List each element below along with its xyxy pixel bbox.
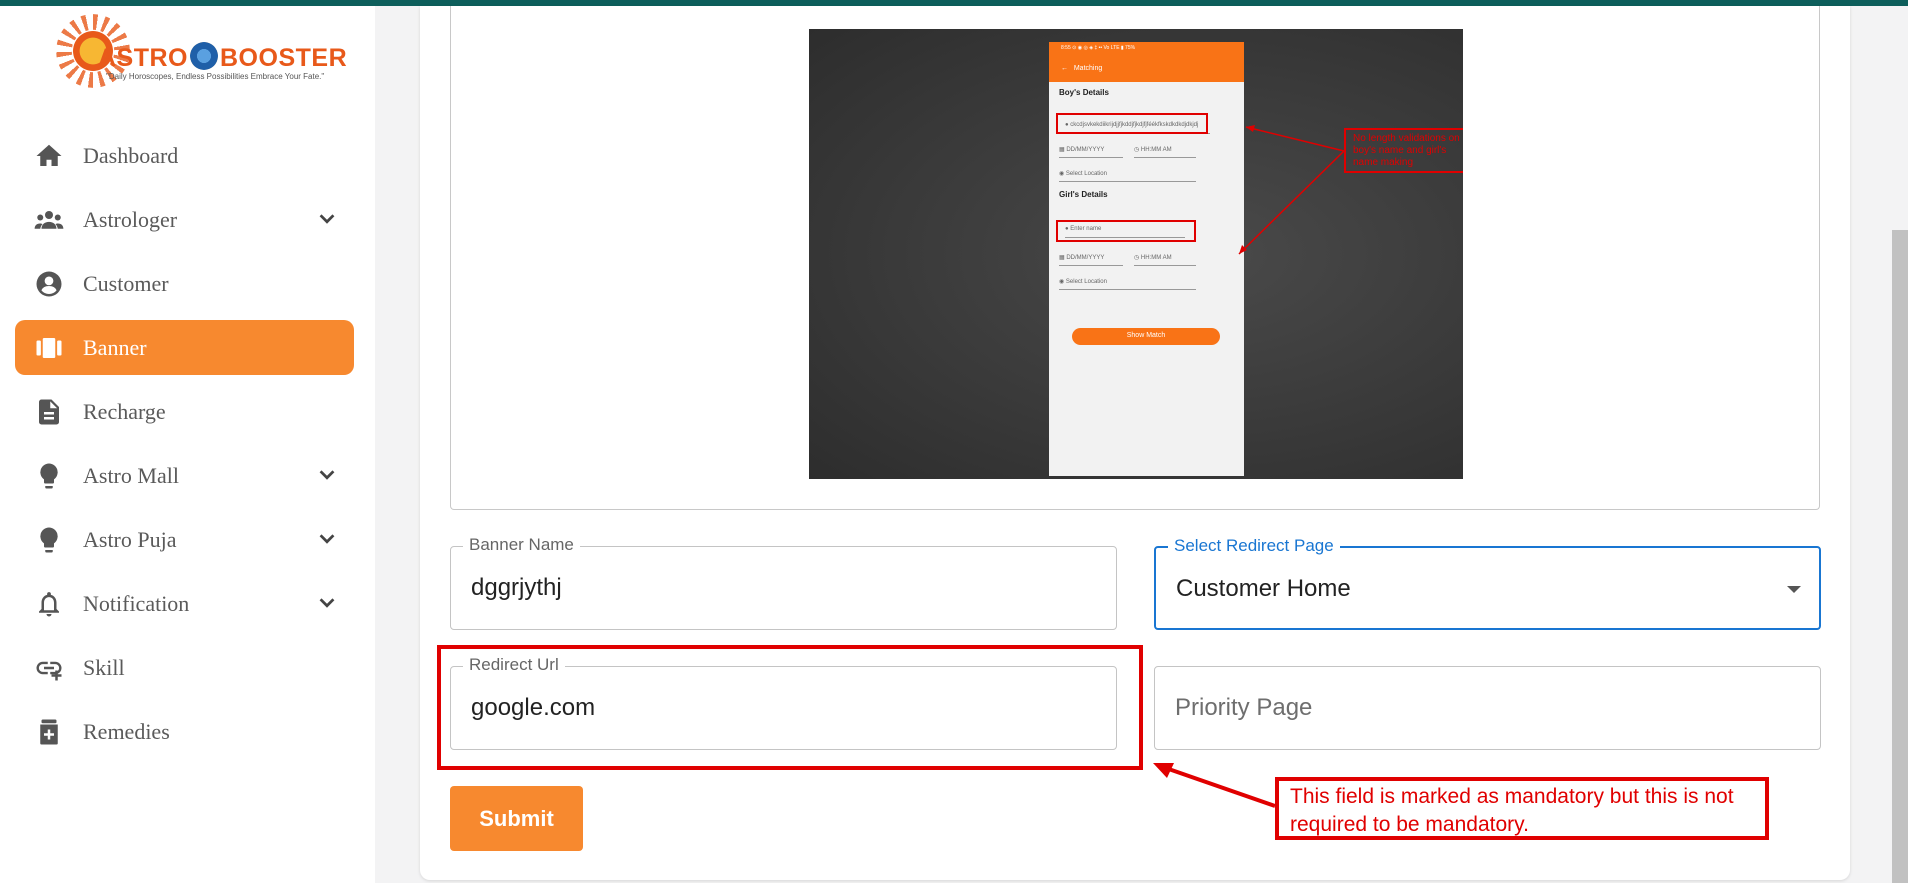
chevron-down-icon[interactable] (316, 592, 338, 614)
sidebar-item-label: Remedies (83, 718, 170, 744)
sidebar-item-label: Recharge (83, 398, 166, 424)
home-icon (27, 141, 71, 171)
priority-page-field[interactable]: Priority Page (1154, 666, 1821, 750)
banner-name-field[interactable]: Banner Name dggrjythj (450, 535, 1117, 630)
sidebar-item-label: Astro Puja (83, 526, 177, 552)
scrollbar[interactable] (1892, 230, 1908, 883)
redirect-page-value[interactable]: Customer Home (1176, 575, 1351, 603)
sidebar-item-astro-puja[interactable]: Astro Puja (15, 512, 354, 567)
chevron-down-icon[interactable] (316, 464, 338, 486)
banner-name-value[interactable]: dggrjythj (471, 574, 562, 602)
banner-icon (27, 333, 71, 363)
redirect-page-label: Select Redirect Page (1168, 536, 1340, 556)
redirect-url-highlight-box (437, 645, 1143, 770)
dropdown-arrow-icon[interactable] (1787, 586, 1801, 593)
sidebar: ASTRO BOOSTER "Daily Horoscopes, Endless … (0, 6, 375, 883)
chevron-down-icon[interactable] (316, 208, 338, 230)
banner-name-label: Banner Name (463, 535, 580, 555)
sidebar-item-label: Astro Mall (83, 462, 179, 488)
user-circle-icon (27, 269, 71, 299)
sidebar-item-astro-mall[interactable]: Astro Mall (15, 448, 354, 503)
sidebar-item-skill[interactable]: Skill (15, 640, 354, 695)
redirect-page-select[interactable]: Select Redirect Page Customer Home (1154, 536, 1821, 630)
sidebar-item-astrologer[interactable]: Astrologer (15, 192, 354, 247)
brand-tagline: "Daily Horoscopes, Endless Possibilities… (106, 72, 325, 81)
sidebar-item-remedies[interactable]: Remedies (15, 704, 354, 759)
sidebar-item-label: Skill (83, 654, 125, 680)
annotation-note: This field is marked as mandatory but th… (1275, 777, 1769, 840)
bulb-icon (27, 461, 71, 491)
sidebar-item-recharge[interactable]: Recharge (15, 384, 354, 439)
sidebar-item-label: Customer (83, 270, 169, 296)
sidebar-item-label: Dashboard (83, 142, 179, 168)
sidebar-item-banner[interactable]: Banner (15, 320, 354, 375)
sidebar-item-customer[interactable]: Customer (15, 256, 354, 311)
priority-page-placeholder[interactable]: Priority Page (1175, 694, 1312, 722)
sidebar-item-label: Notification (83, 590, 190, 616)
banner-image: 8:55 ⊙ ◉ ◎ ◈ ‡ •• Vo LTE ▮ 75% ← Matchin… (809, 29, 1463, 479)
brand-name: ASTRO BOOSTER (98, 42, 348, 72)
bulb-icon (27, 525, 71, 555)
sidebar-item-label: Banner (83, 334, 147, 360)
users-icon (27, 205, 71, 235)
submit-button[interactable]: Submit (450, 786, 583, 851)
bell-icon (27, 589, 71, 619)
sidebar-item-notification[interactable]: Notification (15, 576, 354, 631)
astro-booster-logo[interactable]: ASTRO BOOSTER "Daily Horoscopes, Endless … (58, 14, 347, 96)
banner-image-preview: 8:55 ⊙ ◉ ◎ ◈ ‡ •• Vo LTE ▮ 75% ← Matchin… (450, 6, 1820, 510)
globe-icon (190, 42, 218, 70)
link-icon (27, 653, 71, 683)
annotation-arrows (1238, 125, 1345, 255)
document-icon (27, 397, 71, 427)
chevron-down-icon[interactable] (316, 528, 338, 550)
sidebar-item-dashboard[interactable]: Dashboard (15, 128, 354, 183)
medicine-icon (27, 717, 71, 747)
sidebar-item-label: Astrologer (83, 206, 178, 232)
